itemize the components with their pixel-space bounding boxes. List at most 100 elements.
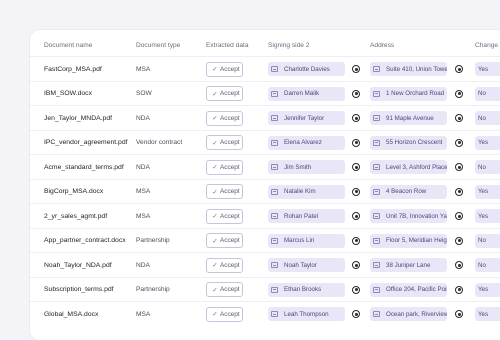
signer-field[interactable]: Rohan Patel bbox=[268, 209, 345, 223]
accept-label: Accept bbox=[220, 212, 240, 220]
document-name-link[interactable]: Acme_standard_terms.pdf bbox=[44, 155, 124, 179]
reject-address-icon[interactable] bbox=[455, 212, 463, 220]
accept-button[interactable]: ✓ Accept bbox=[206, 257, 243, 273]
reject-signer-icon[interactable] bbox=[352, 114, 360, 122]
signing-side-cell: Ethan Brooks bbox=[268, 278, 345, 302]
check-icon: ✓ bbox=[212, 139, 218, 147]
address-field[interactable]: 38 Juniper Lane bbox=[370, 258, 447, 272]
change-of-control-field[interactable]: No bbox=[475, 258, 500, 272]
change-of-control-field[interactable]: Yes bbox=[475, 184, 500, 199]
signer-field[interactable]: Marcus Lin bbox=[268, 233, 345, 248]
signer-field[interactable]: Charlotte Davies bbox=[268, 62, 345, 76]
document-name-link[interactable]: BigCorp_MSA.docx bbox=[44, 180, 103, 204]
change-of-control-field[interactable]: No bbox=[475, 160, 500, 174]
signer-field[interactable]: Jim Smith bbox=[268, 160, 345, 174]
table-row: 2_yr_sales_agmt.pdf MSA ✓ Accept Rohan Patel… bbox=[30, 204, 500, 228]
accept-button[interactable]: ✓ Accept bbox=[206, 306, 243, 322]
document-name-link[interactable]: Subscription_terms.pdf bbox=[44, 278, 114, 302]
document-name-link[interactable]: 2_yr_sales_agmt.pdf bbox=[44, 204, 107, 228]
document-name-link[interactable]: Jen_Taylor_MNDA.pdf bbox=[44, 106, 112, 130]
address-value: Office 204, Pacific Point bbox=[386, 286, 447, 293]
reject-address-icon[interactable] bbox=[455, 89, 463, 98]
change-of-control-field[interactable]: No bbox=[475, 86, 500, 101]
reject-address-icon[interactable] bbox=[455, 65, 463, 73]
document-type: NDA bbox=[136, 163, 150, 171]
header-signing-side-2[interactable]: Signing side 2 bbox=[268, 33, 309, 57]
check-icon: ✓ bbox=[212, 213, 218, 220]
document-name-link[interactable]: FastCorp_MSA.pdf bbox=[44, 57, 102, 81]
reject-address-icon[interactable] bbox=[455, 138, 463, 147]
address-value: Ocean park, Riverview C bbox=[386, 310, 447, 318]
signer-field[interactable]: Ethan Brooks bbox=[268, 282, 345, 297]
signer-field[interactable]: Elena Alvarez bbox=[268, 135, 345, 150]
reject-signer-icon[interactable] bbox=[352, 285, 360, 294]
check-icon: ✓ bbox=[212, 237, 218, 245]
reject-signer-icon[interactable] bbox=[352, 187, 360, 196]
header-change-of[interactable]: Change o bbox=[475, 33, 500, 57]
signer-field[interactable]: Darren Malik bbox=[268, 86, 345, 101]
document-name-link[interactable]: IPC_vendor_agreement.pdf bbox=[44, 131, 128, 155]
reject-address-icon[interactable] bbox=[455, 261, 463, 269]
accept-button[interactable]: ✓ Accept bbox=[206, 61, 243, 77]
accept-button[interactable]: ✓ Accept bbox=[206, 208, 243, 224]
reject-signer-icon[interactable] bbox=[352, 65, 360, 73]
address-field[interactable]: Suite 410, Union Tower bbox=[370, 62, 447, 76]
document-name-link[interactable]: App_partner_contract.docx bbox=[44, 229, 126, 253]
header-extracted-data[interactable]: Extracted data bbox=[206, 33, 249, 57]
signer-field[interactable]: Noah Taylor bbox=[268, 258, 345, 272]
accept-button[interactable]: ✓ Accept bbox=[206, 86, 243, 101]
address-field[interactable]: 91 Maple Avenue bbox=[370, 111, 447, 125]
document-name-link[interactable]: Global_MSA.docx bbox=[44, 302, 98, 326]
header-address[interactable]: Address bbox=[370, 33, 394, 57]
change-of-control-field[interactable]: Yes bbox=[475, 282, 500, 297]
change-of-control-field[interactable]: Yes bbox=[475, 135, 500, 150]
change-of-control-field[interactable]: No bbox=[475, 233, 500, 248]
address-field[interactable]: Ocean park, Riverview C bbox=[370, 307, 447, 321]
table-row: BigCorp_MSA.docx MSA ✓ Accept Natalie Kim 4 B… bbox=[30, 180, 500, 204]
document-name-link[interactable]: Noah_Taylor_NDA.pdf bbox=[44, 253, 112, 277]
document-name-link[interactable]: IBM_SOW.docx bbox=[44, 82, 92, 106]
change-of-control-field[interactable]: Yes bbox=[475, 62, 500, 76]
address-value: 4 Beacon Row bbox=[386, 188, 427, 195]
address-field[interactable]: Office 204, Pacific Point bbox=[370, 282, 447, 297]
address-field[interactable]: Unit 7B, Innovation Yard bbox=[370, 209, 447, 223]
reject-signer-icon[interactable] bbox=[352, 138, 360, 147]
reject-address-icon[interactable] bbox=[455, 163, 463, 171]
reject-address-icon[interactable] bbox=[455, 187, 463, 196]
accept-button[interactable]: ✓ Accept bbox=[206, 135, 243, 150]
change-of-control-field[interactable]: Yes bbox=[475, 209, 500, 223]
change-of-control-field[interactable]: Yes bbox=[475, 307, 500, 321]
signing-side-cell: Elena Alvarez bbox=[268, 131, 345, 155]
accept-button[interactable]: ✓ Accept bbox=[206, 159, 243, 175]
reject-signer-icon[interactable] bbox=[352, 89, 360, 98]
signer-value: Charlotte Davies bbox=[284, 65, 330, 73]
accept-button[interactable]: ✓ Accept bbox=[206, 184, 243, 199]
reject-signer-icon[interactable] bbox=[352, 236, 360, 245]
reject-address-icon[interactable] bbox=[455, 236, 463, 245]
signer-field[interactable]: Jennifer Taylor bbox=[268, 111, 345, 125]
change-of-control-field[interactable]: No bbox=[475, 111, 500, 125]
table-row: Jen_Taylor_MNDA.pdf NDA ✓ Accept Jennifer Ta… bbox=[30, 106, 500, 130]
address-field[interactable]: Floor 5, Meridian Height bbox=[370, 233, 447, 248]
address-field[interactable]: 4 Beacon Row bbox=[370, 184, 447, 199]
header-document-type[interactable]: Document type bbox=[136, 33, 180, 57]
card-icon bbox=[271, 139, 278, 146]
card-icon bbox=[271, 188, 278, 195]
reject-signer-icon[interactable] bbox=[352, 310, 360, 318]
reject-address-icon[interactable] bbox=[455, 285, 463, 294]
signer-field[interactable]: Leah Thompson bbox=[268, 307, 345, 321]
address-field[interactable]: Level 3, Ashford Place bbox=[370, 160, 447, 174]
header-document-name[interactable]: Document name bbox=[44, 33, 92, 57]
reject-signer-icon[interactable] bbox=[352, 163, 360, 171]
address-cell: Suite 410, Union Tower bbox=[370, 57, 447, 81]
reject-address-icon[interactable] bbox=[455, 310, 463, 318]
address-field[interactable]: 55 Horizon Crescent bbox=[370, 135, 447, 150]
signer-field[interactable]: Natalie Kim bbox=[268, 184, 345, 199]
reject-signer-icon[interactable] bbox=[352, 261, 360, 269]
address-field[interactable]: 1 New Orchard Road bbox=[370, 86, 447, 101]
accept-button[interactable]: ✓ Accept bbox=[206, 233, 243, 248]
reject-signer-icon[interactable] bbox=[352, 212, 360, 220]
accept-button[interactable]: ✓ Accept bbox=[206, 282, 243, 297]
reject-address-icon[interactable] bbox=[455, 114, 463, 122]
accept-button[interactable]: ✓ Accept bbox=[206, 110, 243, 126]
